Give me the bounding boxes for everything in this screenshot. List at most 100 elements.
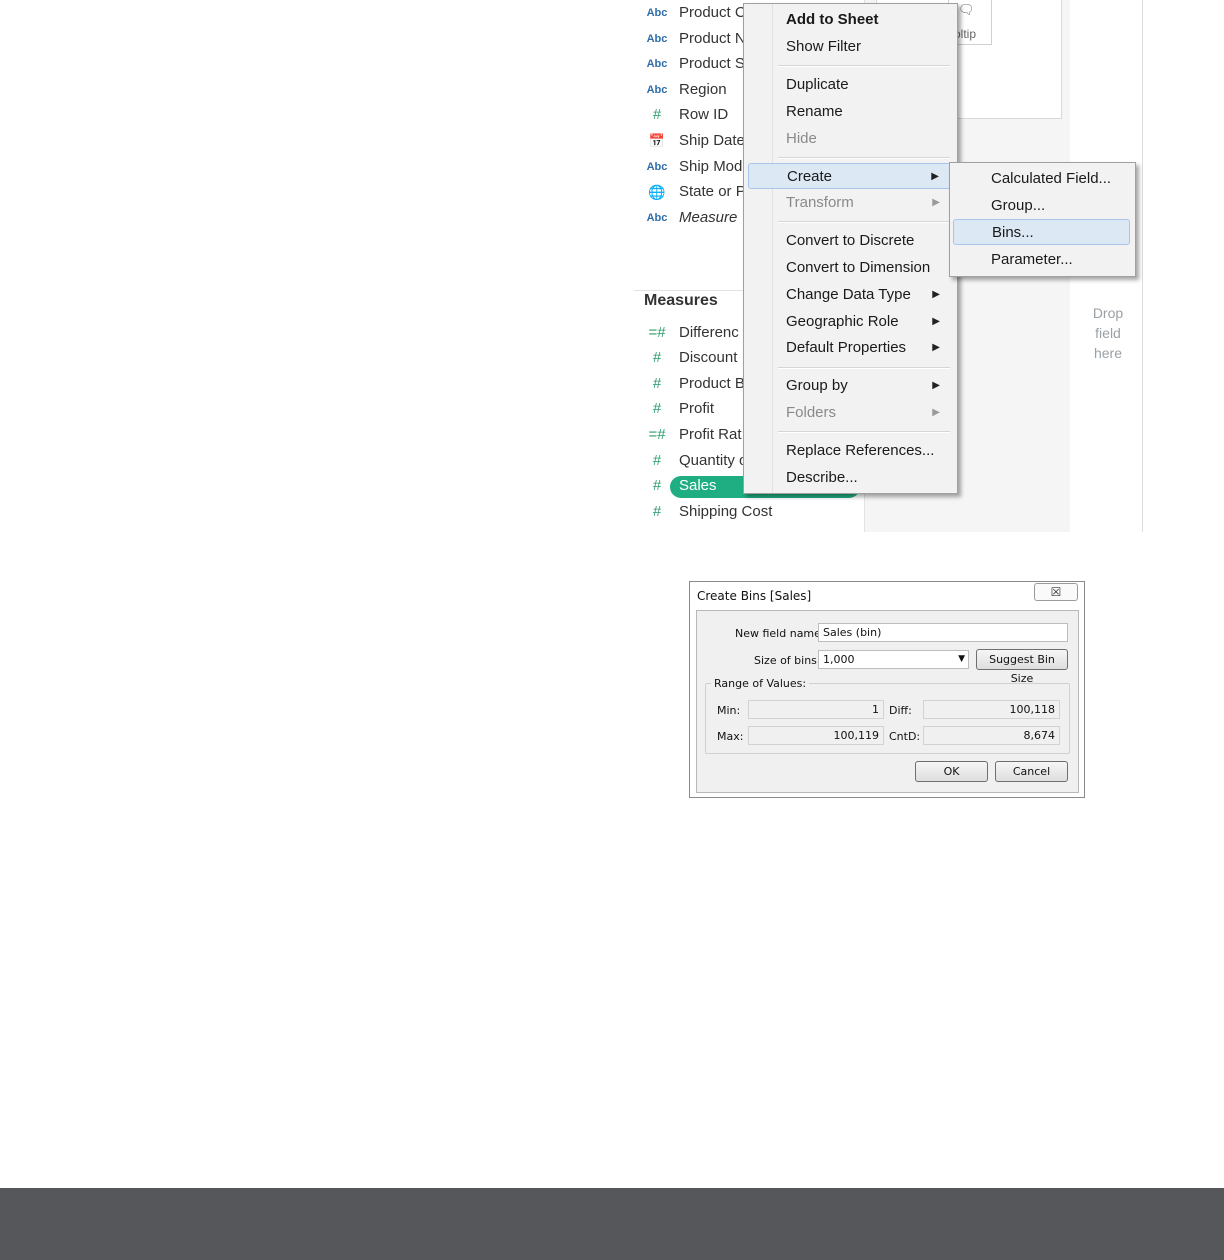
footer-bar <box>0 1188 1224 1260</box>
dialog-title: Create Bins [Sales] <box>697 589 812 603</box>
submenu-arrow-icon: ▶ <box>932 380 940 391</box>
menu-item-create[interactable]: Create ▶ <box>748 163 952 189</box>
submenu-arrow-icon: ▶ <box>932 197 940 208</box>
min-label: Min: <box>717 704 741 717</box>
min-value: 1 <box>872 703 879 716</box>
menu-item-label: Duplicate <box>786 76 849 93</box>
field-label: Product N <box>679 30 746 47</box>
diff-label: Diff: <box>889 704 912 717</box>
measure-field-shipping-cost[interactable]: # Shipping Cost <box>644 499 864 525</box>
drop-hint-line: Drop <box>1092 305 1124 321</box>
size-of-bins-label: Size of bins: <box>754 654 821 667</box>
calculated-number-icon: =# <box>648 426 666 443</box>
calendar-icon: 📅 <box>648 133 666 148</box>
submenu-item-parameter[interactable]: Parameter... <box>953 247 1130 273</box>
menu-item-label: Transform <box>786 194 854 211</box>
size-of-bins-value: 1,000 <box>823 653 855 666</box>
submenu-item-calculated-field[interactable]: Calculated Field... <box>953 166 1130 192</box>
menu-item-label: Rename <box>786 103 843 120</box>
menu-item-show-filter[interactable]: Show Filter <box>748 34 952 60</box>
number-type-icon: # <box>652 452 662 469</box>
field-context-menu: Add to Sheet Show Filter Duplicate Renam… <box>743 3 958 494</box>
number-type-icon: # <box>652 503 662 520</box>
menu-item-label: Show Filter <box>786 38 862 55</box>
cancel-button[interactable]: Cancel <box>995 761 1068 782</box>
field-label: Product C <box>679 4 746 21</box>
new-field-name-input[interactable]: Sales (bin) <box>818 623 1068 642</box>
button-label: Cancel <box>1012 765 1051 778</box>
tooltip-icon: 🗨 <box>958 2 975 17</box>
menu-item-label: Describe... <box>786 469 858 486</box>
button-label: Suggest Bin Size <box>989 653 1055 685</box>
field-label: State or P <box>679 183 746 200</box>
submenu-item-bins[interactable]: Bins... <box>953 219 1130 245</box>
max-label: Max: <box>717 730 744 743</box>
number-type-icon: # <box>652 349 662 366</box>
field-label: Shipping Cost <box>679 503 773 520</box>
min-value-field: 1 <box>748 700 884 719</box>
field-label: Ship Mod <box>679 158 743 175</box>
menu-item-label: Default Properties <box>786 339 907 356</box>
menu-item-label: Convert to Dimension <box>786 259 931 276</box>
field-label: Row ID <box>679 106 729 123</box>
cntd-value: 8,674 <box>1023 729 1056 742</box>
button-label: OK <box>943 765 960 778</box>
menu-item-hide: Hide <box>748 126 952 152</box>
menu-item-label: Convert to Discrete <box>786 232 915 249</box>
diff-value-field: 100,118 <box>923 700 1060 719</box>
submenu-item-group[interactable]: Group... <box>953 193 1130 219</box>
max-value: 100,119 <box>833 729 880 742</box>
menu-item-rename[interactable]: Rename <box>748 99 952 125</box>
menu-item-convert-to-dimension[interactable]: Convert to Dimension <box>748 255 952 281</box>
cntd-label: CntD: <box>889 730 921 743</box>
field-label: Profit Rat <box>679 426 742 443</box>
menu-item-change-data-type[interactable]: Change Data Type ▶ <box>748 282 952 308</box>
menu-item-transform: Transform ▶ <box>748 190 952 216</box>
menu-item-describe[interactable]: Describe... <box>748 465 952 491</box>
menu-item-label: Bins... <box>992 224 1034 241</box>
menu-item-default-properties[interactable]: Default Properties ▶ <box>748 335 952 361</box>
create-submenu: Calculated Field... Group... Bins... Par… <box>949 162 1136 277</box>
field-label: Profit <box>679 400 715 417</box>
dialog-body: New field name: Sales (bin) Size of bins… <box>696 610 1079 793</box>
menu-item-add-to-sheet[interactable]: Add to Sheet <box>748 7 952 33</box>
submenu-arrow-icon: ▶ <box>931 171 939 182</box>
string-type-icon: Abc <box>646 58 668 70</box>
menu-item-label: Folders <box>786 404 837 421</box>
string-type-icon: Abc <box>646 7 668 19</box>
drop-hint-line: field <box>1095 325 1121 341</box>
globe-icon: 🌐 <box>648 184 666 200</box>
menu-item-label: Hide <box>786 130 817 147</box>
submenu-arrow-icon: ▶ <box>932 342 940 353</box>
menu-item-geographic-role[interactable]: Geographic Role ▶ <box>748 309 952 335</box>
number-type-icon: # <box>652 477 662 494</box>
menu-item-convert-to-discrete[interactable]: Convert to Discrete <box>748 228 952 254</box>
suggest-bin-size-button[interactable]: Suggest Bin Size <box>976 649 1068 685</box>
string-type-icon: Abc <box>646 33 668 45</box>
close-button[interactable]: ☒ <box>1034 583 1078 601</box>
submenu-arrow-icon: ▶ <box>932 289 940 300</box>
string-type-icon: Abc <box>646 161 668 173</box>
create-bins-dialog: Create Bins [Sales] ☒ New field name: Sa… <box>689 581 1085 798</box>
menu-item-replace-references[interactable]: Replace References... <box>748 438 952 464</box>
submenu-arrow-icon: ▶ <box>932 407 940 418</box>
menu-item-label: Create <box>787 168 833 185</box>
menu-item-label: Parameter... <box>991 251 1073 268</box>
menu-item-group-by[interactable]: Group by ▶ <box>748 373 952 399</box>
calculated-number-icon: =# <box>648 324 666 341</box>
menu-item-label: Group... <box>991 197 1046 214</box>
ok-button[interactable]: OK <box>915 761 988 782</box>
string-type-icon: Abc <box>646 84 668 96</box>
menu-item-duplicate[interactable]: Duplicate <box>748 72 952 98</box>
string-type-icon: Abc <box>646 212 668 224</box>
size-of-bins-combobox[interactable]: 1,000 ▼ <box>818 650 969 669</box>
drop-hint-line: here <box>1093 345 1123 361</box>
field-label: Measure <box>679 209 738 226</box>
menu-item-label: Group by <box>786 377 848 394</box>
field-label: Product S <box>679 55 745 72</box>
cntd-value-field: 8,674 <box>923 726 1060 745</box>
field-label: Differenc <box>679 324 739 341</box>
range-of-values-legend: Range of Values: <box>711 677 810 690</box>
field-label: Quantity o <box>679 452 748 469</box>
max-value-field: 100,119 <box>748 726 884 745</box>
